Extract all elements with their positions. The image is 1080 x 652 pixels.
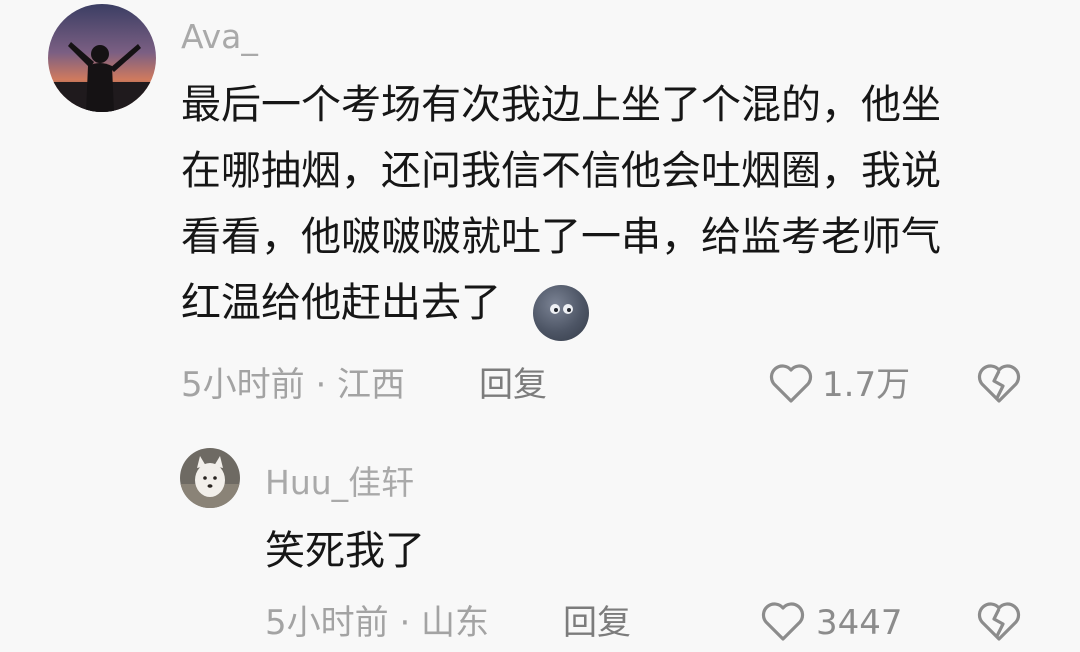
- comment-text: 笑死我了: [265, 528, 425, 574]
- avatar[interactable]: [48, 4, 156, 112]
- comment: Ava_ 最后一个考场有次我边上坐了个混的，他坐 在哪抽烟，还问我信不信他会吐烟…: [0, 0, 1080, 420]
- heart-outline-icon[interactable]: [760, 600, 806, 642]
- reply-comment: Huu_佳轩 笑死我了 5小时前 · 山东 回复 3447: [0, 420, 1080, 652]
- reply-button[interactable]: 回复: [479, 368, 547, 402]
- comment-text: 最后一个考场有次我边上坐了个混的，他坐 在哪抽烟，还问我信不信他会吐烟圈，我说 …: [181, 82, 941, 326]
- heart-outline-icon[interactable]: [768, 362, 814, 404]
- broken-heart-icon[interactable]: [976, 600, 1022, 642]
- avatar[interactable]: [180, 448, 240, 508]
- username[interactable]: Huu_佳轩: [265, 466, 414, 499]
- broken-heart-icon[interactable]: [976, 362, 1022, 404]
- ghost-emoji: [533, 285, 589, 341]
- like-count: 1.7万: [822, 365, 911, 405]
- username[interactable]: Ava_: [181, 20, 258, 53]
- comment-meta: 5小时前 · 山东: [265, 603, 490, 643]
- like-count: 3447: [816, 603, 903, 643]
- reply-button[interactable]: 回复: [563, 606, 631, 640]
- comment-meta: 5小时前 · 江西: [181, 365, 406, 405]
